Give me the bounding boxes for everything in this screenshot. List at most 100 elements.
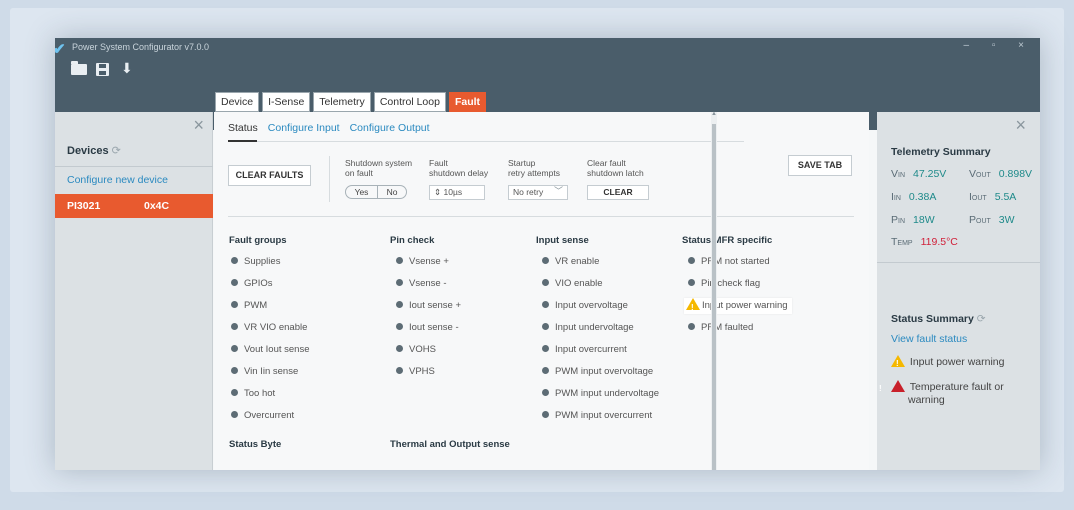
- fault-item: Supplies: [231, 254, 280, 270]
- retry-label: Startup retry attempts: [508, 158, 560, 178]
- device-address: 0x4C: [144, 200, 170, 212]
- fault-label: Input undervoltage: [555, 322, 634, 333]
- clear-latch-button[interactable]: CLEAR: [587, 185, 649, 200]
- status-dot-icon: [396, 323, 403, 330]
- status-dot-icon: [542, 345, 549, 352]
- app-title: Power System Configurator v7.0.0: [72, 42, 210, 52]
- refresh-icon[interactable]: ⟳: [977, 313, 986, 325]
- fault-item: Overcurrent: [231, 408, 294, 424]
- fault-item: Pin check flag: [688, 276, 760, 292]
- close-icon[interactable]: ×: [193, 116, 204, 134]
- status-dot-icon: [231, 279, 238, 286]
- alert-icon: [891, 380, 905, 392]
- fault-item: PWM input overvoltage: [542, 364, 653, 380]
- status-summary-heading: Status Summary ⟳: [891, 313, 986, 325]
- yes-option[interactable]: Yes: [345, 185, 378, 199]
- fault-label: PWM: [244, 300, 268, 311]
- tab-i-sense[interactable]: I-Sense: [262, 92, 311, 112]
- tab-fault[interactable]: Fault: [448, 92, 487, 112]
- fault-item: VOHS: [396, 342, 436, 358]
- fault-item: GPIOs: [231, 276, 273, 292]
- subtab-configure-output[interactable]: Configure Output: [350, 122, 430, 134]
- fault-label: PWM input overvoltage: [555, 366, 654, 377]
- delay-stepper[interactable]: ⇕ 10µs: [429, 185, 485, 200]
- no-option[interactable]: No: [378, 185, 407, 199]
- label-line: Clear fault: [587, 158, 626, 168]
- window-controls[interactable]: – ▫ ×: [963, 40, 1034, 51]
- telemetry-summary-heading: Telemetry Summary: [891, 146, 991, 158]
- fault-item: Iout sense -: [396, 320, 459, 336]
- fault-label: VOHS: [409, 344, 436, 355]
- iout-reading: Iout 5.5A: [969, 191, 1016, 203]
- label-line: Shutdown system: [345, 158, 413, 168]
- reading-label: Vin: [891, 168, 906, 180]
- delay-value: 10µs: [443, 187, 463, 197]
- view-fault-status-link[interactable]: View fault status: [891, 333, 967, 345]
- fault-item: Vsense -: [396, 276, 447, 292]
- summary-panel: × Telemetry Summary Vin 47.25V Vout 0.898V…: [877, 112, 1040, 470]
- status-dot-icon: [542, 257, 549, 264]
- fault-item-warning: Input power warning: [684, 298, 792, 316]
- fault-label: VR VIO enable: [244, 322, 308, 333]
- fault-label: Vsense +: [409, 256, 449, 267]
- stepper-icon[interactable]: ⇕: [434, 187, 441, 197]
- fault-label: Iout sense -: [409, 322, 459, 333]
- status-dot-icon: [542, 411, 549, 418]
- section-heading: Status Byte: [229, 439, 282, 450]
- app-logo-icon: ✔: [55, 41, 66, 58]
- reading-label: Iin: [891, 191, 901, 203]
- tab-control-loop[interactable]: Control Loop: [373, 92, 446, 112]
- save-icon[interactable]: [96, 63, 109, 76]
- devices-label: Devices: [67, 145, 109, 157]
- delay-label: Fault shutdown delay: [429, 158, 488, 178]
- section-heading: Thermal and Output sense: [390, 439, 510, 450]
- shutdown-label: Shutdown system on fault: [345, 158, 412, 178]
- clear-faults-button[interactable]: CLEAR FAULTS: [228, 165, 311, 186]
- save-tab-button[interactable]: SAVE TAB: [788, 155, 852, 176]
- chevron-down-icon: ﹀: [553, 186, 563, 196]
- status-dot-icon: [396, 301, 403, 308]
- fault-item: PWM input overcurrent: [542, 408, 652, 424]
- folder-icon[interactable]: [71, 61, 87, 75]
- fault-item: PRM not started: [688, 254, 770, 270]
- subtab-status[interactable]: Status: [228, 122, 258, 134]
- tab-telemetry[interactable]: Telemetry: [313, 92, 371, 112]
- fault-panel: Status Configure Input Configure Output …: [214, 112, 869, 470]
- label-line: shutdown delay: [429, 168, 489, 178]
- divider: [55, 166, 213, 167]
- subtab-underline: [228, 140, 744, 142]
- fault-label: PWM input undervoltage: [555, 388, 660, 399]
- status-dot-icon: [231, 257, 238, 264]
- status-dot-icon: [688, 279, 695, 286]
- warning-icon: [891, 355, 905, 370]
- download-icon[interactable]: ⬇: [121, 60, 133, 77]
- fault-subtabs: Status Configure Input Configure Output: [228, 122, 430, 134]
- fault-label: Vsense -: [409, 278, 447, 289]
- column-heading: Status MFR specific: [682, 235, 773, 246]
- fault-item: PWM input undervoltage: [542, 386, 659, 402]
- fault-label: Input overvoltage: [555, 300, 628, 311]
- divider: [877, 262, 1040, 263]
- retry-select[interactable]: No retry ﹀: [508, 185, 568, 200]
- label-line: Startup: [508, 158, 536, 168]
- status-dot-icon: [231, 301, 238, 308]
- scrollbar-thumb[interactable]: [712, 124, 716, 470]
- tab-device[interactable]: Device: [215, 92, 260, 112]
- fault-label: Pin check flag: [701, 278, 761, 289]
- refresh-icon[interactable]: ⟳: [112, 145, 121, 157]
- reading-label: Temp: [891, 236, 913, 248]
- fault-item: Input overvoltage: [542, 298, 628, 314]
- retry-value: No retry: [513, 187, 544, 197]
- subtab-configure-input[interactable]: Configure Input: [268, 122, 340, 134]
- fault-item: VIO enable: [542, 276, 603, 292]
- status-dot-icon: [396, 279, 403, 286]
- status-dot-icon: [231, 389, 238, 396]
- latch-label: Clear fault shutdown latch: [587, 158, 644, 178]
- device-item-pi3021[interactable]: PI3021 0x4C: [55, 194, 213, 218]
- fault-label: PWM input overcurrent: [555, 410, 653, 421]
- fault-item: VR VIO enable: [231, 320, 307, 336]
- status-dot-icon: [542, 301, 549, 308]
- scroll-up-icon[interactable]: ▲: [711, 111, 717, 117]
- configure-new-device-link[interactable]: Configure new device: [67, 174, 168, 186]
- close-icon[interactable]: ×: [1015, 116, 1026, 134]
